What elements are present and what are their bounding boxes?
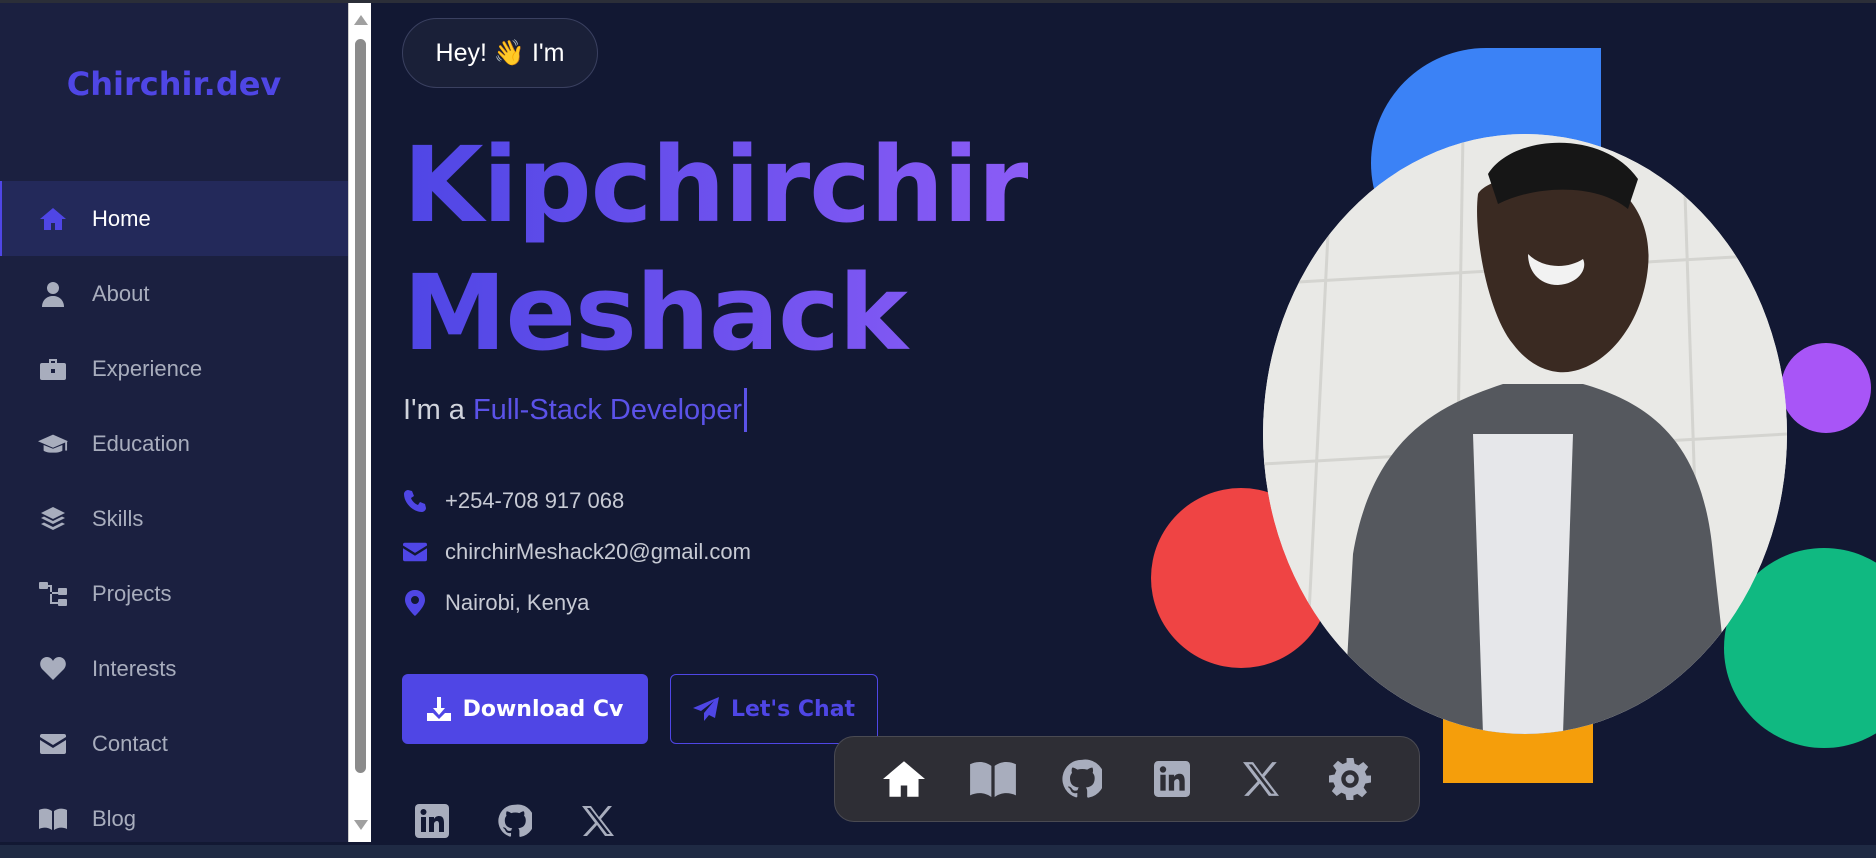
sidebar-item-label: About bbox=[92, 280, 150, 306]
scroll-down-arrow-icon[interactable] bbox=[354, 820, 368, 830]
download-cv-label: Download Cv bbox=[462, 696, 624, 722]
hero-name-last: Meshack bbox=[403, 252, 907, 374]
sidebar-item-home[interactable]: Home bbox=[0, 181, 348, 256]
heart-icon bbox=[38, 654, 68, 684]
role-line: I'm a Full-Stack Developer bbox=[403, 388, 748, 432]
typing-cursor bbox=[744, 388, 748, 432]
sidebar-item-label: Blog bbox=[92, 805, 137, 831]
sidebar: Chirchir.dev Home About Experience Educa… bbox=[0, 3, 348, 842]
sidebar-item-label: Education bbox=[92, 430, 190, 456]
profile-photo bbox=[1263, 134, 1787, 734]
sidebar-item-skills[interactable]: Skills bbox=[0, 481, 348, 556]
home-icon bbox=[38, 204, 68, 234]
lets-chat-label: Let's Chat bbox=[730, 696, 856, 722]
dock-home-icon[interactable] bbox=[878, 753, 930, 805]
location-pin-icon bbox=[405, 590, 425, 616]
hero-section: Hey! 👋 I'm Kipchirchir Meshack I'm a Ful… bbox=[371, 3, 1876, 842]
decor-blob-purple bbox=[1781, 343, 1871, 433]
contact-location: Nairobi, Kenya bbox=[403, 590, 589, 616]
sidebar-item-interests[interactable]: Interests bbox=[0, 631, 348, 706]
user-icon bbox=[38, 279, 68, 309]
sidebar-item-label: Home bbox=[92, 205, 151, 231]
x-icon[interactable] bbox=[578, 801, 618, 841]
download-icon bbox=[426, 697, 451, 721]
dock-gear-icon[interactable] bbox=[1324, 753, 1376, 805]
scrollbar-thumb[interactable] bbox=[355, 39, 366, 773]
dock-book-icon[interactable] bbox=[967, 753, 1019, 805]
sidebar-item-label: Skills bbox=[92, 505, 144, 531]
phone-icon bbox=[404, 490, 426, 512]
sidebar-scrollbar[interactable] bbox=[348, 3, 371, 842]
sidebar-item-experience[interactable]: Experience bbox=[0, 331, 348, 406]
sidebar-item-about[interactable]: About bbox=[0, 256, 348, 331]
github-icon[interactable] bbox=[495, 801, 535, 841]
sidebar-item-projects[interactable]: Projects bbox=[0, 556, 348, 631]
linkedin-icon[interactable] bbox=[412, 801, 452, 841]
sidebar-item-education[interactable]: Education bbox=[0, 406, 348, 481]
hero-name-first: Kipchirchir bbox=[403, 124, 1028, 246]
phone-number: +254-708 917 068 bbox=[445, 488, 625, 513]
sidebar-item-contact[interactable]: Contact bbox=[0, 706, 348, 781]
lets-chat-button[interactable]: Let's Chat bbox=[670, 674, 878, 744]
taskbar-strip bbox=[0, 845, 1876, 858]
book-icon bbox=[38, 804, 68, 834]
envelope-icon bbox=[403, 542, 427, 562]
layers-icon bbox=[38, 504, 68, 534]
briefcase-icon bbox=[38, 354, 68, 384]
floating-dock bbox=[834, 736, 1420, 822]
paper-plane-icon bbox=[692, 697, 719, 721]
dock-x-icon[interactable] bbox=[1235, 753, 1287, 805]
dock-github-icon[interactable] bbox=[1056, 753, 1108, 805]
dock-linkedin-icon[interactable] bbox=[1146, 753, 1198, 805]
brand-logo[interactable]: Chirchir.dev bbox=[0, 65, 348, 103]
envelope-icon bbox=[38, 729, 68, 759]
download-cv-button[interactable]: Download Cv bbox=[402, 674, 648, 744]
greeting-badge: Hey! 👋 I'm bbox=[402, 18, 598, 88]
role-typed-text: Full-Stack Developer bbox=[472, 393, 743, 426]
sidebar-item-label: Interests bbox=[92, 655, 177, 681]
location-text: Nairobi, Kenya bbox=[445, 590, 590, 615]
role-prefix: I'm a bbox=[403, 393, 465, 426]
hero-name: Kipchirchir Meshack bbox=[403, 121, 1028, 377]
sidebar-item-label: Contact bbox=[92, 730, 168, 756]
contact-phone[interactable]: +254-708 917 068 bbox=[403, 488, 624, 514]
sidebar-nav: Home About Experience Education Skills P… bbox=[0, 181, 348, 856]
graduation-cap-icon bbox=[38, 429, 68, 459]
sidebar-item-label: Projects bbox=[92, 580, 172, 606]
scroll-up-arrow-icon[interactable] bbox=[354, 15, 368, 25]
email-address: chirchirMeshack20@gmail.com bbox=[445, 539, 751, 564]
contact-email[interactable]: chirchirMeshack20@gmail.com bbox=[403, 539, 751, 565]
sitemap-icon bbox=[38, 579, 68, 609]
sidebar-item-label: Experience bbox=[92, 355, 203, 381]
